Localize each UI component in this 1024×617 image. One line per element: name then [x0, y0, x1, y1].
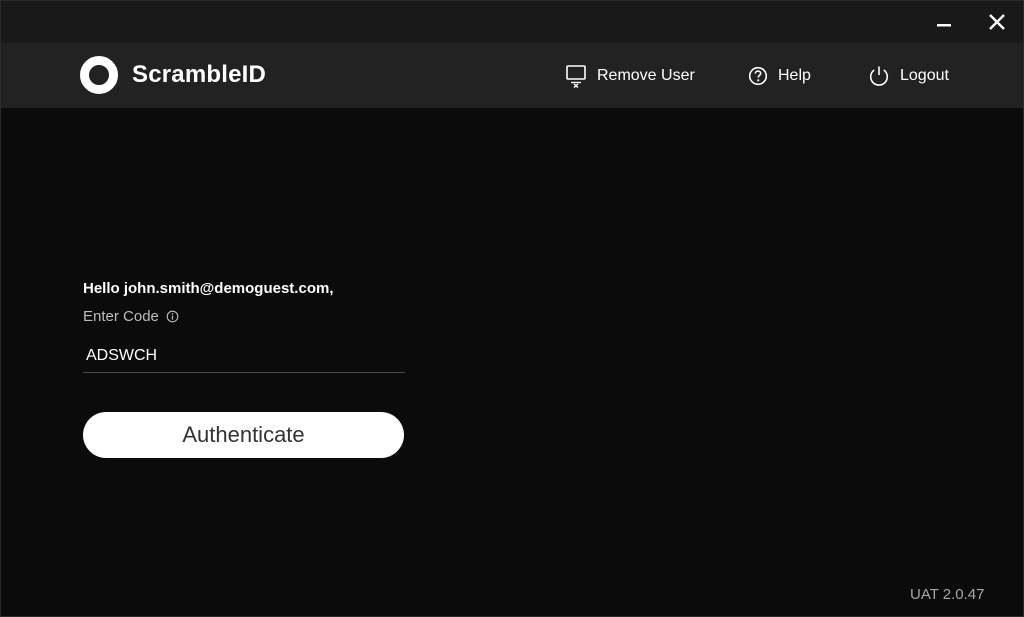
app-name: ScrambleID: [132, 61, 267, 88]
close-icon: [989, 14, 1005, 30]
help-button[interactable]: Help: [748, 63, 811, 89]
close-button[interactable]: [980, 7, 1014, 37]
logout-label: Logout: [900, 67, 949, 84]
remove-user-button[interactable]: Remove User: [565, 63, 695, 89]
remove-user-label: Remove User: [597, 67, 695, 84]
app-window: ScrambleID Remove User Help Logout Hello…: [0, 0, 1024, 617]
remove-user-icon: [566, 65, 586, 88]
code-label: Enter Code: [83, 308, 159, 325]
app-header: ScrambleID Remove User Help Logout: [1, 43, 1023, 108]
version-label: UAT 2.0.47: [910, 586, 985, 603]
minimize-button[interactable]: [927, 7, 961, 37]
greeting-text: Hello john.smith@demoguest.com,: [83, 280, 334, 297]
logout-button[interactable]: Logout: [868, 63, 949, 89]
info-icon[interactable]: [166, 310, 179, 323]
scrambleid-logo-icon: [80, 56, 118, 94]
code-label-row: Enter Code: [83, 308, 179, 325]
app-logo: ScrambleID: [79, 55, 266, 95]
power-icon: [869, 66, 889, 86]
authenticate-button[interactable]: Authenticate: [83, 412, 404, 458]
help-icon: [748, 66, 768, 86]
title-bar: [1, 1, 1023, 43]
minimize-icon: [937, 24, 951, 27]
help-label: Help: [778, 67, 811, 84]
code-input[interactable]: [83, 339, 405, 373]
